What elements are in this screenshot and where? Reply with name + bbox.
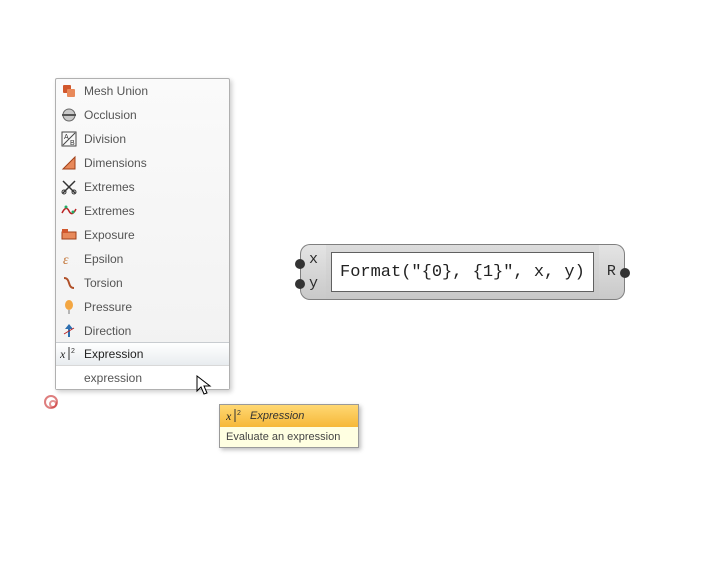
extremes-wave-icon bbox=[60, 202, 78, 220]
menu-item-label: Occlusion bbox=[84, 108, 137, 122]
menu-item-label: Extremes bbox=[84, 180, 135, 194]
expression-icon: x2 bbox=[226, 408, 244, 424]
component-search-menu: Mesh Union Occlusion AB Division Dimensi… bbox=[55, 78, 230, 390]
input-port-x[interactable]: x bbox=[309, 248, 318, 272]
direction-icon bbox=[60, 322, 78, 340]
menu-item-label: Torsion bbox=[84, 276, 123, 290]
menu-item-torsion[interactable]: Torsion bbox=[56, 271, 229, 295]
menu-item-occlusion[interactable]: Occlusion bbox=[56, 103, 229, 127]
svg-text:x: x bbox=[60, 347, 66, 361]
menu-item-label: Dimensions bbox=[84, 156, 147, 170]
menu-item-label: Epsilon bbox=[84, 252, 123, 266]
menu-item-label: Extremes bbox=[84, 204, 135, 218]
svg-text:2: 2 bbox=[71, 348, 75, 355]
division-icon: AB bbox=[60, 130, 78, 148]
svg-text:B: B bbox=[70, 140, 75, 147]
svg-text:2: 2 bbox=[237, 410, 241, 417]
svg-text:x: x bbox=[226, 409, 232, 423]
node-input-ports: x y bbox=[300, 244, 326, 300]
menu-item-pressure[interactable]: Pressure bbox=[56, 295, 229, 319]
torsion-icon bbox=[60, 274, 78, 292]
port-grip-icon[interactable] bbox=[295, 279, 305, 289]
tooltip-body: Evaluate an expression bbox=[220, 427, 358, 447]
expression-component[interactable]: x y Format("{0}, {1}", x, y) R bbox=[300, 244, 625, 300]
menu-item-label: Exposure bbox=[84, 228, 135, 242]
occlusion-icon bbox=[60, 106, 78, 124]
menu-item-label: Direction bbox=[84, 324, 131, 338]
tooltip-title: Expression bbox=[250, 410, 304, 422]
menu-item-exposure[interactable]: Exposure bbox=[56, 223, 229, 247]
input-port-y[interactable]: y bbox=[309, 272, 318, 296]
expression-icon: x2 bbox=[60, 345, 78, 363]
menu-item-division[interactable]: AB Division bbox=[56, 127, 229, 151]
tooltip: x2 Expression Evaluate an expression bbox=[219, 404, 359, 448]
node-output-ports: R bbox=[599, 244, 625, 300]
menu-item-extremes-1[interactable]: Extremes bbox=[56, 175, 229, 199]
port-grip-icon[interactable] bbox=[295, 259, 305, 269]
node-body: Format("{0}, {1}", x, y) bbox=[326, 244, 599, 300]
expression-field[interactable]: Format("{0}, {1}", x, y) bbox=[331, 252, 594, 292]
menu-item-expression[interactable]: x2 Expression bbox=[56, 342, 229, 366]
svg-text:ε: ε bbox=[63, 253, 69, 267]
mesh-union-icon bbox=[60, 82, 78, 100]
menu-item-epsilon[interactable]: ε Epsilon bbox=[56, 247, 229, 271]
menu-search-row bbox=[56, 365, 229, 389]
menu-item-label: Pressure bbox=[84, 300, 132, 314]
menu-item-label: Division bbox=[84, 132, 126, 146]
menu-item-direction[interactable]: Direction bbox=[56, 319, 229, 343]
menu-item-dimensions[interactable]: Dimensions bbox=[56, 151, 229, 175]
port-grip-icon[interactable] bbox=[620, 268, 630, 278]
pressure-icon bbox=[60, 298, 78, 316]
epsilon-icon: ε bbox=[60, 250, 78, 268]
output-port-r[interactable]: R bbox=[607, 260, 616, 284]
menu-item-extremes-2[interactable]: Extremes bbox=[56, 199, 229, 223]
menu-item-mesh-union[interactable]: Mesh Union bbox=[56, 79, 229, 103]
tooltip-header: x2 Expression bbox=[220, 405, 358, 427]
menu-search-input[interactable] bbox=[84, 371, 225, 385]
search-target-icon bbox=[44, 395, 58, 409]
dimensions-icon bbox=[60, 154, 78, 172]
extremes-scissor-icon bbox=[60, 178, 78, 196]
menu-item-label: Mesh Union bbox=[84, 84, 148, 98]
menu-item-label: Expression bbox=[84, 347, 143, 361]
exposure-icon bbox=[60, 226, 78, 244]
